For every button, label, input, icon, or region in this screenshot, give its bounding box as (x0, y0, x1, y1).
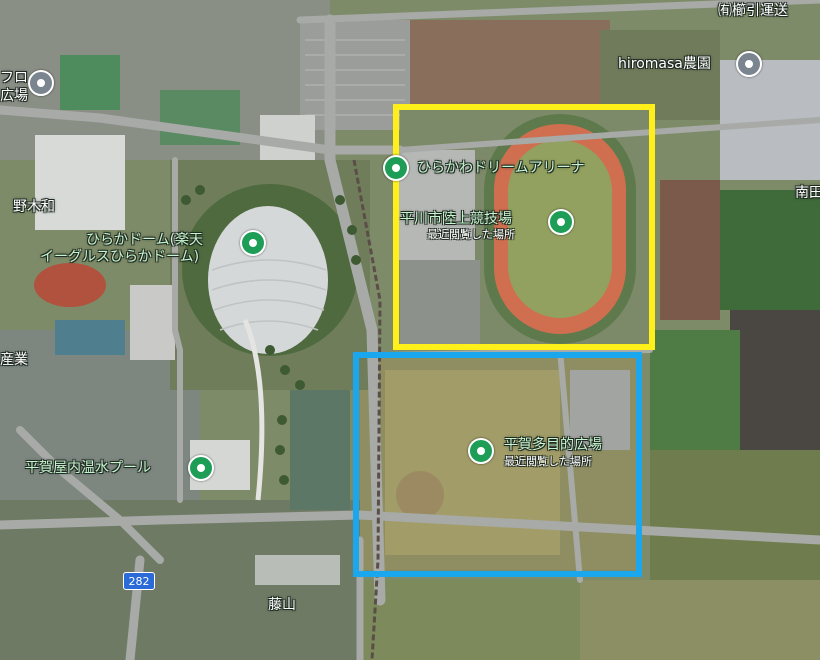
green-place-pin-icon[interactable] (240, 230, 266, 256)
grey-place-pin-icon[interactable] (28, 70, 54, 96)
label-hiraka-dome-line1[interactable]: ひらかドーム(楽天 (86, 232, 203, 248)
green-place-pin-icon[interactable] (383, 155, 409, 181)
label-hirakawa-dream-arena[interactable]: ひらかわドリームアリーナ (417, 160, 585, 176)
satellite-map[interactable] (0, 0, 820, 660)
green-place-pin-icon[interactable] (548, 209, 574, 235)
green-place-pin-icon[interactable] (468, 438, 494, 464)
label-hirakawa-stadium[interactable]: 平川市陸上競技場 (400, 211, 512, 227)
label-nogiwa: 野木和 (13, 199, 55, 215)
label-field-recently-viewed: 最近閲覧した場所 (504, 455, 592, 468)
green-place-pin-icon[interactable] (188, 455, 214, 481)
grey-place-pin-icon[interactable] (736, 51, 762, 77)
label-hiromasa-farm[interactable]: hiromasa農園 (618, 56, 711, 72)
label-hiraka-dome-line2[interactable]: イーグルスひらかドーム) (40, 249, 199, 265)
label-furo[interactable]: フロ (0, 70, 28, 86)
label-hiraka-multipurpose-field[interactable]: 平賀多目的広場 (504, 437, 602, 453)
label-stadium-recently-viewed: 最近閲覧した場所 (427, 228, 515, 241)
label-sangyou: 産業 (0, 352, 28, 368)
label-yuugen-kushibiki[interactable]: ㈲櫛引運送 (718, 3, 788, 19)
label-nanden: 南田 (795, 185, 820, 201)
label-hiroba-left[interactable]: 広場 (0, 88, 28, 104)
route-282-shield: 282 (123, 572, 155, 590)
label-hiraka-indoor-pool[interactable]: 平賀屋内温水プール (25, 460, 151, 476)
label-fujiyama: 藤山 (268, 597, 296, 613)
